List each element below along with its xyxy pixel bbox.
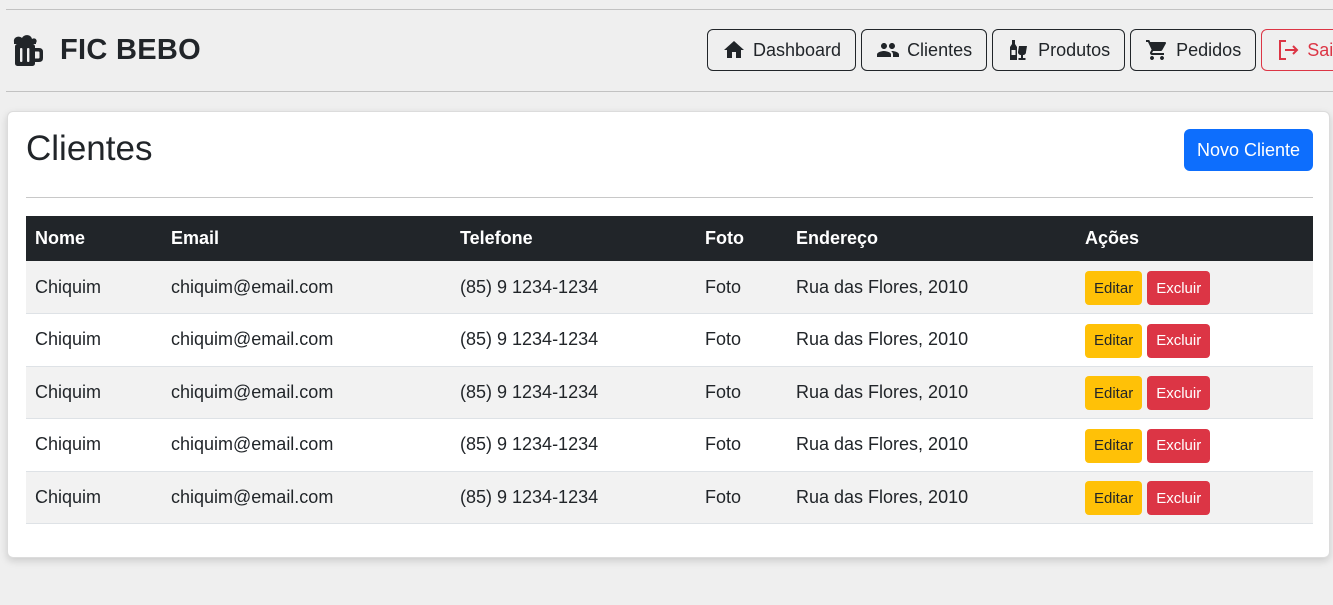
cell-endereco: Rua das Flores, 2010 [796,276,969,297]
cell-email: chiquim@email.com [171,434,334,455]
cell-foto: Foto [705,486,742,507]
table-header-row: Nome Email Telefone Foto Endereço Ações [26,216,1313,261]
nav-clientes-label: Clientes [907,39,973,60]
cell-telefone: (85) 9 1234-1234 [460,434,599,455]
table-row: Chiquim chiquim@email.com (85) 9 1234-12… [26,261,1313,314]
delete-button[interactable]: Excluir [1147,481,1211,516]
cell-nome: Chiquim [35,486,102,507]
header-foto: Foto [705,228,744,248]
edit-button[interactable]: Editar [1085,481,1143,516]
card-divider [26,197,1313,198]
clients-table: Nome Email Telefone Foto Endereço Ações … [26,216,1313,524]
cell-email: chiquim@email.com [171,276,334,297]
delete-button[interactable]: Excluir [1147,323,1211,358]
table-row: Chiquim chiquim@email.com (85) 9 1234-12… [26,471,1313,524]
edit-button[interactable]: Editar [1085,376,1143,411]
nav-clientes-button[interactable]: Clientes [861,29,988,71]
header-email: Email [171,228,220,248]
cell-acoes: Editar Excluir [1076,261,1313,314]
brand-name: FIC BEBO [60,33,201,66]
nav-sair-button[interactable]: Sair [1261,29,1333,71]
cell-acoes: Editar Excluir [1076,419,1313,472]
nav-pedidos-label: Pedidos [1176,39,1242,60]
edit-button[interactable]: Editar [1085,323,1143,358]
table-row: Chiquim chiquim@email.com (85) 9 1234-12… [26,366,1313,419]
navbar: FIC BEBO Dashboard Clientes Produtos Ped… [0,10,1333,91]
cell-endereco: Rua das Flores, 2010 [796,486,969,507]
page-title: Clientes [26,129,153,168]
cell-telefone: (85) 9 1234-1234 [460,276,599,297]
cell-email: chiquim@email.com [171,486,334,507]
header-acoes: Ações [1085,228,1140,248]
cell-foto: Foto [705,276,742,297]
cell-foto: Foto [705,381,742,402]
header-endereco: Endereço [796,228,879,248]
new-client-button[interactable]: Novo Cliente [1184,129,1313,171]
nav-produtos-label: Produtos [1038,39,1111,60]
edit-button[interactable]: Editar [1085,428,1143,463]
beer-mug-icon [13,35,43,66]
clientes-card: Clientes Novo Cliente Nome Email Telefon… [7,111,1330,558]
cell-email: chiquim@email.com [171,329,334,350]
delete-button[interactable]: Excluir [1147,271,1211,305]
cart-icon [1146,40,1167,60]
cell-nome: Chiquim [35,276,102,297]
cell-foto: Foto [705,434,742,455]
home-icon [724,41,744,58]
cell-endereco: Rua das Flores, 2010 [796,381,969,402]
cell-email: chiquim@email.com [171,381,334,402]
nav-dashboard-button[interactable]: Dashboard [707,29,857,71]
nav-pedidos-button[interactable]: Pedidos [1130,29,1257,71]
cell-endereco: Rua das Flores, 2010 [796,329,969,350]
bottles-icon [1010,40,1028,60]
cell-nome: Chiquim [35,381,102,402]
main-nav: Dashboard Clientes Produtos Pedidos Sai [707,29,1333,71]
cell-acoes: Editar Excluir [1076,314,1313,367]
nav-dashboard-label: Dashboard [753,39,842,60]
nav-sair-label: Sair [1307,39,1333,60]
header-nome: Nome [35,228,86,248]
cell-telefone: (85) 9 1234-1234 [460,486,599,507]
table-row: Chiquim chiquim@email.com (85) 9 1234-12… [26,313,1313,367]
cell-acoes: Editar Excluir [1076,366,1313,419]
logout-icon [1279,40,1299,60]
cell-foto: Foto [705,329,742,350]
cell-nome: Chiquim [35,434,102,455]
cell-acoes: Editar Excluir [1076,471,1313,524]
header-telefone: Telefone [460,228,533,248]
delete-button[interactable]: Excluir [1147,376,1211,411]
users-icon [877,43,900,57]
table-row: Chiquim chiquim@email.com (85) 9 1234-12… [26,418,1313,472]
cell-telefone: (85) 9 1234-1234 [460,329,599,350]
edit-button[interactable]: Editar [1085,271,1143,305]
cell-nome: Chiquim [35,329,102,350]
nav-divider [6,91,1333,92]
delete-button[interactable]: Excluir [1147,428,1211,463]
brand[interactable]: FIC BEBO [10,32,201,68]
cell-endereco: Rua das Flores, 2010 [796,434,969,455]
nav-produtos-button[interactable]: Produtos [992,29,1126,71]
cell-telefone: (85) 9 1234-1234 [460,381,599,402]
